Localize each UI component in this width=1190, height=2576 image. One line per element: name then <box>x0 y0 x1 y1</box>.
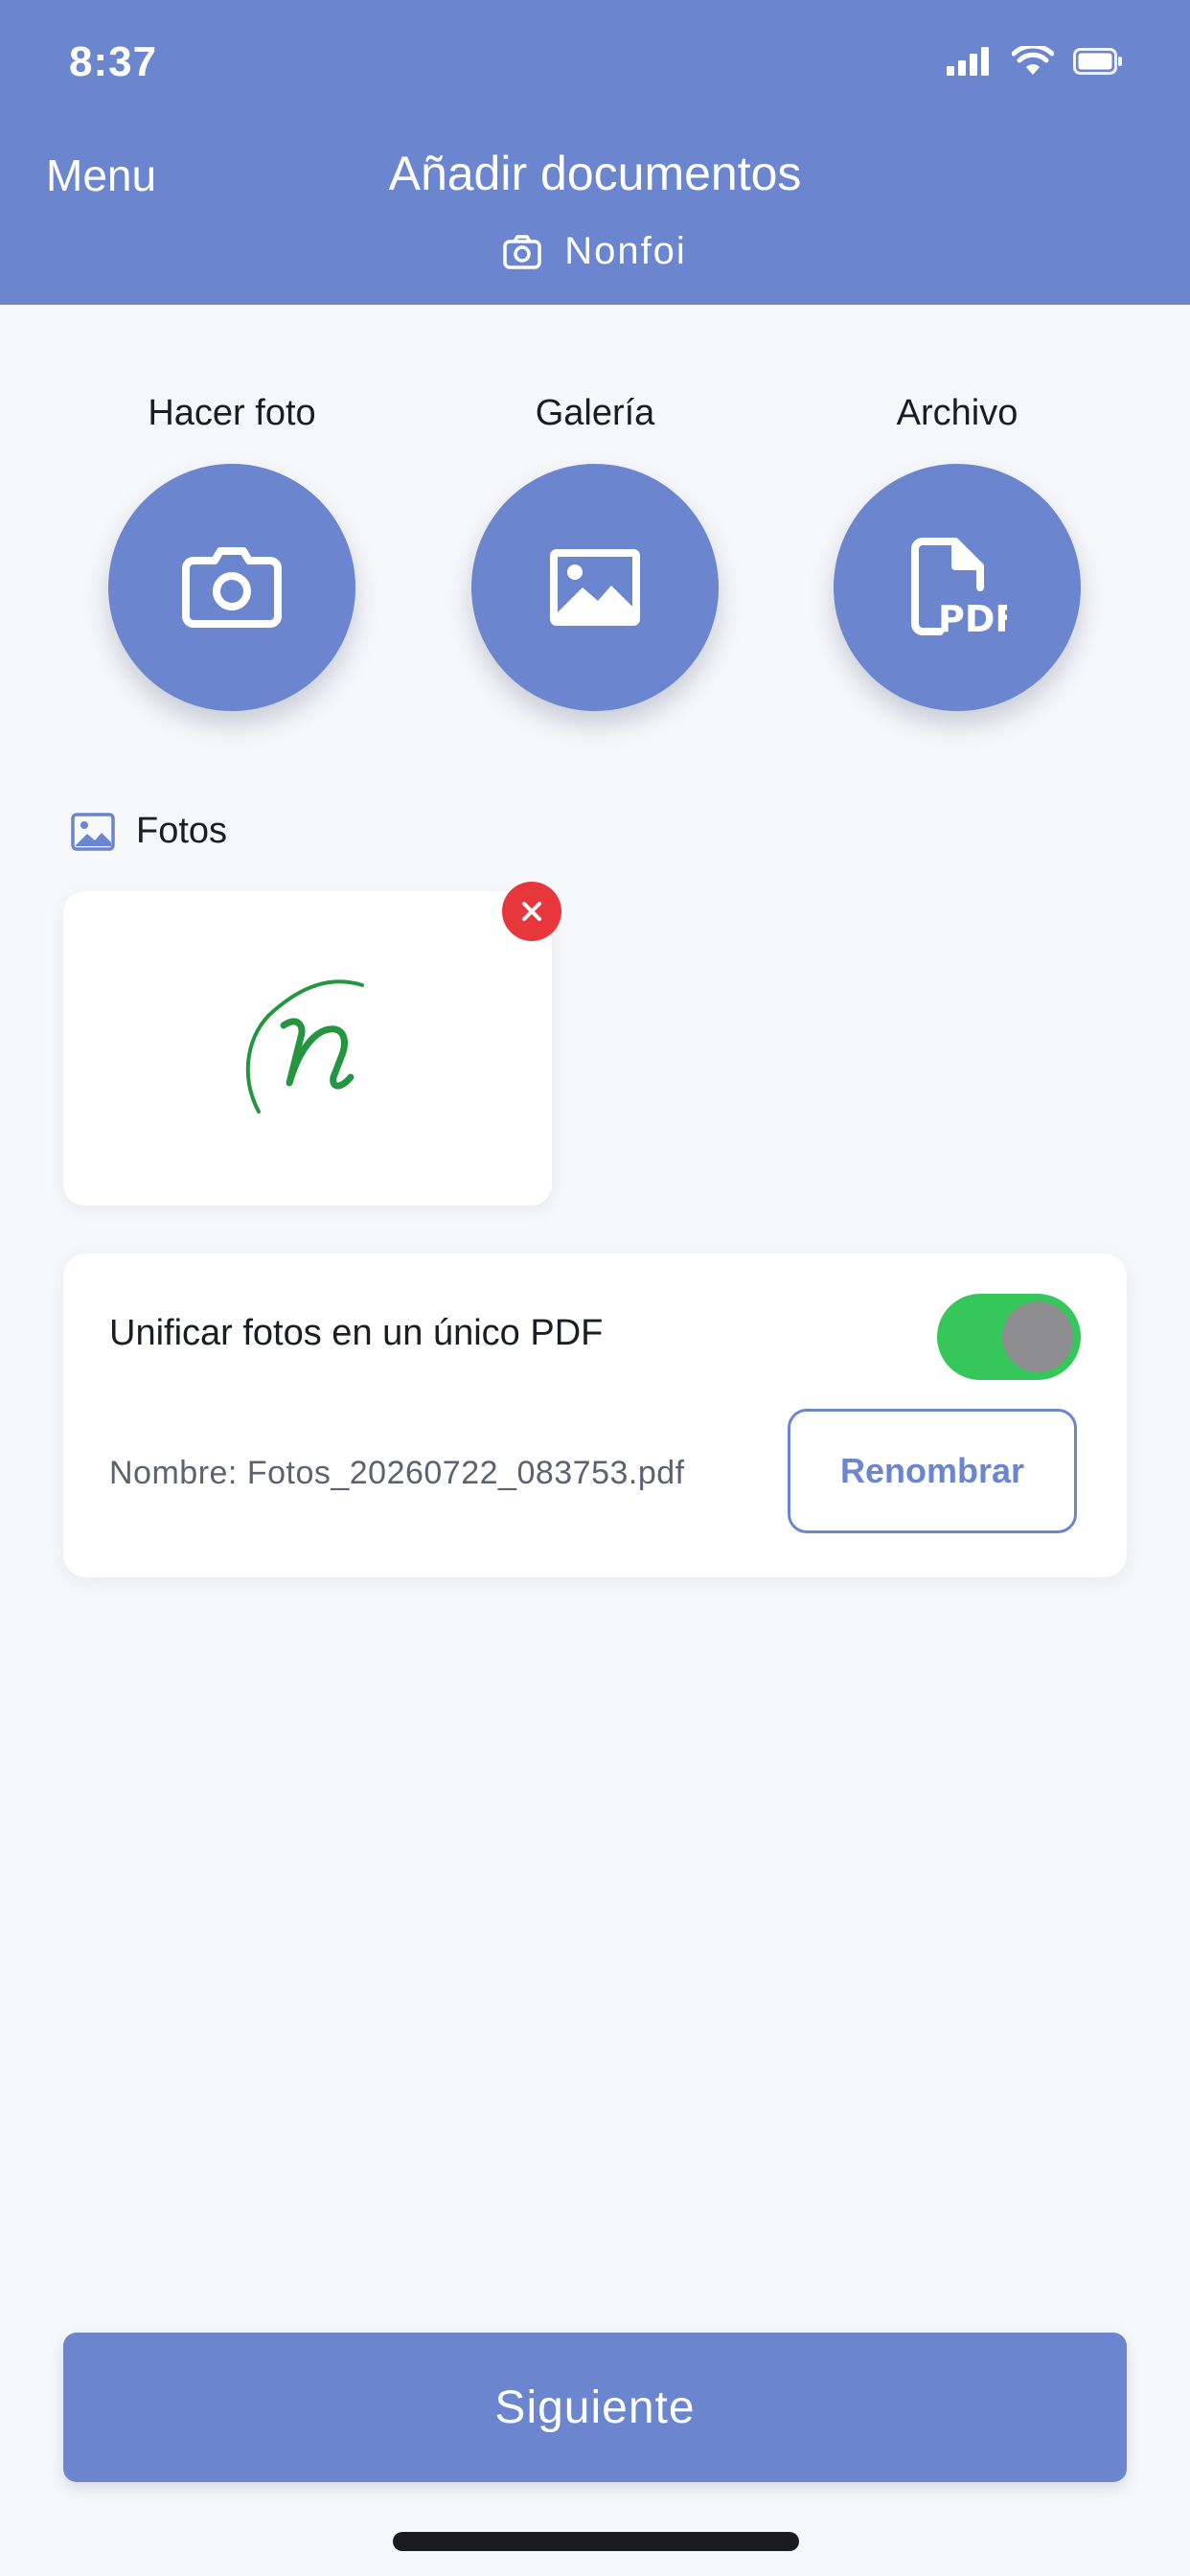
photos-title-text: Fotos <box>136 811 228 851</box>
pdf-filename: Nombre: Fotos_20260722_083753.pdf <box>109 1455 685 1491</box>
wifi-icon <box>1012 46 1054 75</box>
photos-section-title: Fotos <box>71 811 227 852</box>
merge-options-card: Unificar fotos en un único PDF Nombre: F… <box>63 1254 1127 1577</box>
file-action[interactable]: Archivo PDF <box>813 393 1101 711</box>
page-title: Añadir documentos <box>388 147 802 200</box>
image-icon <box>550 549 640 626</box>
image-icon <box>71 812 115 851</box>
signal-icon <box>947 47 989 76</box>
camera-icon <box>182 547 282 628</box>
take-photo-label: Hacer foto <box>148 393 316 433</box>
take-photo-button[interactable] <box>108 464 355 711</box>
subtitle-text: Nonfoi <box>564 230 687 272</box>
next-button[interactable]: Siguiente <box>63 2333 1127 2482</box>
gallery-action[interactable]: Galería <box>451 393 739 711</box>
merge-pdf-label: Unificar fotos en un único PDF <box>109 1313 604 1353</box>
header: 8:37 Menu Añadir documentos Nonfoi <box>0 0 1190 305</box>
pdf-file-icon: PDF <box>911 538 1007 637</box>
home-indicator <box>393 2532 799 2551</box>
battery-icon <box>1073 48 1122 75</box>
svg-text:PDF: PDF <box>938 598 1007 637</box>
header-subtitle: Nonfoi <box>0 230 1190 273</box>
file-label: Archivo <box>896 393 1018 433</box>
file-button[interactable]: PDF <box>834 464 1081 711</box>
status-icons <box>947 46 1123 77</box>
close-icon <box>522 902 541 921</box>
gallery-label: Galería <box>535 393 655 433</box>
camera-icon <box>503 234 541 269</box>
status-time: 8:37 <box>69 38 158 85</box>
remove-photo-button[interactable] <box>502 882 561 941</box>
rename-button[interactable]: Renombrar <box>788 1409 1077 1533</box>
photo-thumbnail[interactable] <box>63 891 552 1206</box>
gallery-button[interactable] <box>471 464 719 711</box>
toggle-knob <box>1002 1301 1073 1372</box>
take-photo-action[interactable]: Hacer foto <box>88 393 376 711</box>
photo-image <box>245 979 364 1114</box>
merge-pdf-toggle[interactable] <box>937 1294 1081 1380</box>
